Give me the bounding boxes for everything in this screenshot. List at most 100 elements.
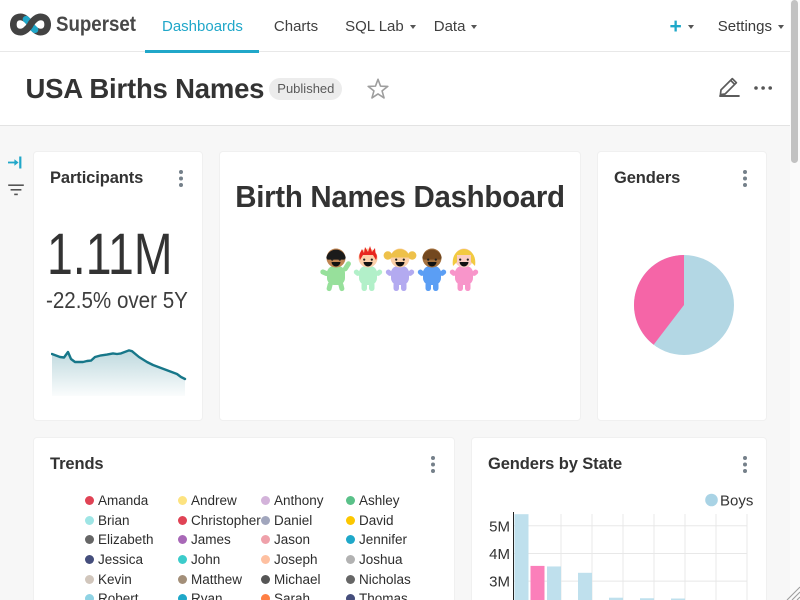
legend-label: Joseph [274,552,318,567]
legend-item[interactable]: Amanda [85,493,178,508]
expand-filter-bar-icon[interactable] [8,155,22,170]
svg-text:3M: 3M [489,574,510,591]
legend-label: Sarah [274,591,310,600]
legend-item[interactable]: David [346,513,448,528]
markdown-card: Birth Names Dashboard [219,151,581,421]
legend-label: Ashley [359,493,400,508]
ellipsis-icon [754,85,772,91]
brand[interactable]: Superset [10,11,146,38]
filter-icon[interactable] [8,184,24,197]
legend-dot [85,555,94,564]
legend-label: Nicholas [359,572,411,587]
legend-item[interactable]: Jason [261,532,346,547]
legend-item[interactable]: Jennifer [346,532,448,547]
legend-item[interactable]: Michael [261,572,346,587]
legend-item[interactable]: Christopher [178,513,261,528]
legend-item[interactable]: Anthony [261,493,346,508]
dashboard-header: USA Births Names Published [0,52,800,126]
legend-dot [178,575,187,584]
legend-label: Joshua [359,552,403,567]
nav-item-sql-lab[interactable]: SQL Lab [333,0,426,52]
chevron-down-icon [471,25,477,29]
legend-item[interactable]: Sarah [261,591,346,600]
legend-item[interactable]: Elizabeth [85,532,178,547]
legend-label: Kevin [98,572,132,587]
chart-kebab-menu[interactable] [425,453,441,475]
legend-label: Jason [274,532,310,547]
legend-item[interactable]: Joseph [261,552,346,567]
nav-item-data[interactable]: Data [426,0,488,52]
legend-dot [85,516,94,525]
legend-item[interactable]: Andrew [178,493,261,508]
chevron-down-icon [688,25,694,29]
legend-label: Christopher [191,513,261,528]
new-button[interactable]: + [670,16,694,37]
chevron-down-icon [410,25,416,29]
legend-dot [261,575,270,584]
legend-dot [261,594,270,600]
big-number-value: 1.11M [47,226,173,284]
chart-card-trends: Trends Amanda Andrew Anthony Ashley Brian Chr… [33,437,455,600]
legend-item[interactable]: Daniel [261,513,346,528]
legend-label: Daniel [274,513,312,528]
legend-dot [346,516,355,525]
legend-label: David [359,513,394,528]
legend-label: Amanda [98,493,148,508]
legend-label: Jessica [98,552,143,567]
legend-label: Andrew [191,493,237,508]
legend-dot [85,575,94,584]
chart-kebab-menu[interactable] [173,167,189,189]
legend-item[interactable]: Matthew [178,572,261,587]
legend-dot [178,594,187,600]
nav-menu: Dashboards Charts SQL Lab Data [145,0,487,52]
legend-label: Brian [98,513,130,528]
legend-dot [346,555,355,564]
chart-card-genders: Genders [597,151,767,421]
legend-item[interactable]: Ashley [346,493,448,508]
legend-label: John [191,552,220,567]
scrollbar[interactable] [790,0,800,600]
legend-item[interactable]: Brian [85,513,178,528]
legend-item[interactable]: Thomas [346,591,448,600]
legend-dot [178,496,187,505]
legend-dot [85,535,94,544]
legend-dot [346,535,355,544]
legend-dot [261,516,270,525]
legend-dot [261,555,270,564]
nav-item-charts[interactable]: Charts [259,0,333,52]
chart-card-participants: Participants 1.11M -22.5% over 5Y [33,151,203,421]
settings-menu[interactable]: Settings [718,18,784,35]
chart-legend: Amanda Andrew Anthony Ashley Brian Christophe… [85,491,448,600]
legend-item[interactable]: Jessica [85,552,178,567]
legend-item[interactable]: John [178,552,261,567]
legend-item[interactable]: James [178,532,261,547]
resize-handle-icon[interactable] [784,584,800,600]
chart-kebab-menu[interactable] [737,167,753,189]
chevron-down-icon [778,25,784,29]
bar-chart: 5M4M3MBoys [472,438,768,600]
trendline-chart [51,346,188,396]
legend-item[interactable]: Kevin [85,572,178,587]
published-badge[interactable]: Published [269,78,342,100]
legend-label: Anthony [274,493,324,508]
svg-text:4M: 4M [489,546,510,563]
scrollbar-thumb[interactable] [791,0,798,163]
legend-item[interactable]: Robert [85,591,178,600]
legend-dot [261,496,270,505]
legend-dot [261,535,270,544]
kids-illustration [220,246,580,293]
dashboard-menu-button[interactable] [754,85,772,91]
svg-text:5M: 5M [489,518,510,535]
legend-item[interactable]: Nicholas [346,572,448,587]
legend-dot [178,555,187,564]
legend-label: Ryan [191,591,223,600]
superset-logo-icon [10,11,51,38]
favorite-star-icon[interactable] [367,78,389,101]
legend-item[interactable]: Ryan [178,591,261,600]
legend-item[interactable]: Joshua [346,552,448,567]
chart-title: Trends [50,455,104,474]
plus-icon: + [670,16,682,37]
edit-dashboard-button[interactable] [719,74,740,97]
chart-card-genders-by-state: Genders by State 5M4M3MBoys [471,437,767,600]
nav-item-dashboards[interactable]: Dashboards [145,0,259,52]
